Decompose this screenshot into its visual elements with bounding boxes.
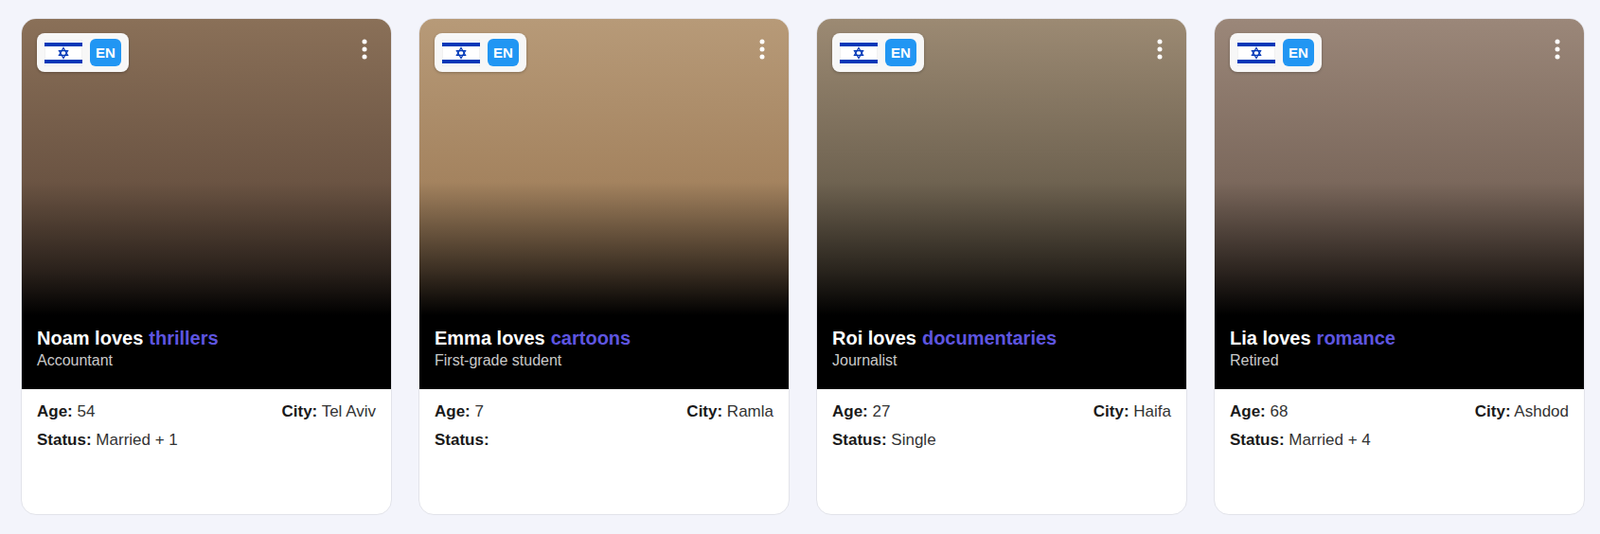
city-field: City: Tel Aviv [281,402,376,422]
persona-grid: EN Noam lovesthrillersAccountant Age: 54 Ci… [0,0,1600,534]
title-text: Lia loves [1229,326,1312,351]
persona-photo: EN [419,18,789,316]
language-chip[interactable]: EN [1282,38,1315,67]
status-field: Status: [434,430,490,450]
card-details: Age: 68 City: Ashdod Status: Married + 4 [1214,389,1584,515]
locale-badge[interactable]: EN [832,33,925,72]
details-row: Status: [434,430,774,450]
card-details: Age: 7 City: Ramla Status: [419,389,789,515]
card-caption: Roi lovesdocumentariesJournalist [817,315,1187,390]
persona-photo: EN [1214,18,1584,316]
locale-badge[interactable]: EN [36,33,129,72]
language-chip[interactable]: EN [487,38,519,67]
genre-link[interactable]: thrillers [148,326,218,351]
details-row: Age: 27 City: Haifa [832,402,1172,422]
more-options-icon[interactable] [1553,37,1562,61]
israel-flag-icon [442,39,480,67]
status-field: Status: Married + 4 [1229,430,1371,450]
title-text: Emma loves [434,326,546,351]
persona-photo: EN [817,18,1187,316]
card-details: Age: 27 City: Haifa Status: Single [817,389,1187,515]
genre-link[interactable]: documentaries [922,326,1057,351]
age-field: Age: 68 [1229,402,1288,422]
persona-photo: EN [21,18,392,316]
card-title: Lia lovesromance [1229,326,1569,351]
city-field: City: Ramla [686,402,774,422]
israel-flag-icon [1237,39,1276,67]
city-field: City: Ashdod [1475,402,1569,422]
details-row: Age: 68 City: Ashdod [1229,402,1569,422]
details-row: Age: 54 City: Tel Aviv [36,402,376,422]
israel-flag-icon [44,39,83,67]
more-options-icon[interactable] [758,37,766,61]
status-field: Status: Single [832,430,937,450]
title-text: Noam loves [36,326,143,351]
occupation: First-grade student [434,352,774,370]
israel-flag-icon [839,39,878,67]
title-text: Roi loves [832,326,917,351]
details-row: Status: Married + 4 [1229,430,1569,450]
details-row: Status: Single [832,430,1172,450]
card-details: Age: 54 City: Tel Aviv Status: Married + 1 [21,389,392,515]
card-title: Emma lovescartoons [434,326,774,351]
card-title: Roi lovesdocumentaries [832,326,1172,351]
persona-card[interactable]: ENEmma lovescartoonsFirst-grade studentA… [418,17,790,516]
status-field: Status: Married + 1 [36,430,178,450]
occupation: Journalist [832,352,1172,370]
age-field: Age: 7 [434,402,484,422]
occupation: Accountant [36,352,376,370]
locale-badge[interactable]: EN [1229,33,1322,72]
genre-link[interactable]: cartoons [551,326,631,351]
card-caption: Noam lovesthrillersAccountant [21,315,392,390]
occupation: Retired [1229,352,1569,370]
card-title: Noam lovesthrillers [36,326,376,351]
age-field: Age: 27 [832,402,890,422]
age-field: Age: 54 [36,402,95,422]
language-chip[interactable]: EN [885,38,917,67]
details-row: Age: 7 City: Ramla [434,402,774,422]
language-chip[interactable]: EN [89,38,122,67]
details-row: Status: Married + 1 [36,430,376,450]
card-caption: Emma lovescartoonsFirst-grade student [419,315,789,390]
city-field: City: Haifa [1093,402,1172,422]
more-options-icon[interactable] [1155,37,1164,61]
locale-badge[interactable]: EN [434,33,527,72]
persona-card[interactable]: ENRoi lovesdocumentariesJournalistAge: 2… [816,17,1188,516]
card-caption: Lia lovesromanceRetired [1214,315,1584,390]
more-options-icon[interactable] [360,37,369,61]
persona-card[interactable]: EN Lia lovesromanceRetired Age: 68 City: As… [1213,17,1585,516]
genre-link[interactable]: romance [1316,326,1396,351]
persona-card[interactable]: EN Noam lovesthrillersAccountant Age: 54 Ci… [20,17,392,516]
